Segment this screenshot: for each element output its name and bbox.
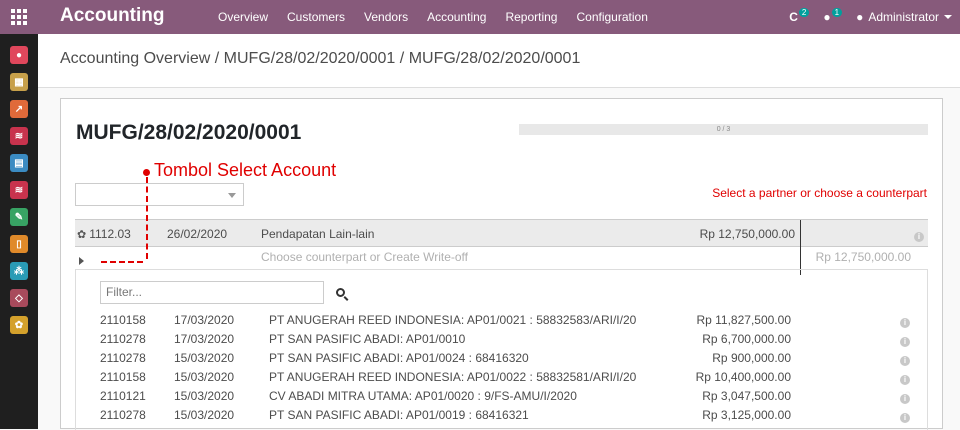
chevron-down-icon: [944, 15, 952, 19]
document-icon[interactable]: ▯: [10, 235, 28, 253]
info-icon[interactable]: i: [914, 232, 924, 242]
top-navbar: Accounting Overview Customers Vendors Ac…: [0, 0, 960, 34]
row-date: 15/03/2020: [174, 351, 235, 365]
row-date: 17/03/2020: [174, 313, 235, 327]
progress-bar: 0 / 3: [519, 124, 928, 135]
systray: C 2 ● 1 ● Administrator: [789, 0, 960, 34]
info-icon[interactable]: i: [900, 375, 910, 385]
counterpart-line[interactable]: Choose counterpart or Create Write-off R…: [75, 247, 928, 269]
partner-select[interactable]: [75, 183, 244, 206]
row-label: CV ABADI MITRA UTAMA: AP01/0020 : 9/FS-A…: [269, 389, 577, 403]
match-panel: Filter... 2110158 17/03/2020 PT ANUGERAH R…: [75, 269, 928, 430]
discuss-icon[interactable]: ●: [10, 46, 28, 64]
inbox-icon[interactable]: ≋: [10, 181, 28, 199]
app-sidebar: ● ▦ ↗ ≋ ▤ ≋ ✎ ▯ ⁂ ◇ ✿: [0, 34, 38, 429]
inbox-icon[interactable]: ≋: [10, 127, 28, 145]
row-label: PT ANUGERAH REED INDONESIA: AP01/0021 : …: [269, 313, 637, 327]
counterpart-amount: Rp 12,750,000.00: [815, 250, 911, 264]
line-date: 26/02/2020: [167, 227, 228, 241]
row-amount: Rp 11,827,500.00: [696, 313, 791, 327]
row-amount: Rp 3,125,000.00: [702, 408, 791, 422]
line-label: Pendapatan Lain-lain: [261, 227, 375, 241]
info-icon[interactable]: i: [900, 394, 910, 404]
line-amount: Rp 12,750,000.00: [699, 227, 795, 241]
reconcile-hint: Select a partner or choose a counterpart: [712, 186, 927, 200]
wrench-icon[interactable]: ✎: [10, 208, 28, 226]
apps-icon[interactable]: ◇: [10, 289, 28, 307]
table-row[interactable]: 2110278 17/03/2020 PT SAN PASIFIC ABADI: A…: [76, 329, 929, 348]
apps-menu-icon[interactable]: [0, 0, 38, 34]
main-menu: Overview Customers Vendors Accounting Re…: [218, 0, 667, 34]
calendar-icon[interactable]: ▦: [10, 73, 28, 91]
clock-icon: C: [789, 10, 798, 24]
row-date: 17/03/2020: [174, 332, 235, 346]
activity-button[interactable]: C 2: [789, 7, 810, 24]
messages-badge: 1: [831, 7, 843, 17]
table-row[interactable]: 2110121 15/03/2020 CV ABADI MITRA UTAMA: A…: [76, 386, 929, 405]
chart-icon[interactable]: ↗: [10, 100, 28, 118]
row-date: 15/03/2020: [174, 389, 235, 403]
info-icon[interactable]: i: [900, 337, 910, 347]
row-label: PT SAN PASIFIC ABADI: AP01/0024 : 684163…: [269, 351, 529, 365]
menu-overview[interactable]: Overview: [218, 10, 268, 24]
user-name: Administrator: [868, 10, 939, 24]
row-account: 2110121: [100, 389, 146, 403]
menu-customers[interactable]: Customers: [287, 10, 345, 24]
row-account: 2110278: [100, 332, 146, 346]
row-date: 15/03/2020: [174, 370, 235, 384]
statement-line[interactable]: ✿ 1112.03 26/02/2020 Pendapatan Lain-lain…: [75, 219, 928, 275]
row-account: 2110278: [100, 408, 146, 422]
chevron-down-icon: [228, 193, 236, 198]
info-icon[interactable]: i: [900, 356, 910, 366]
row-amount: Rp 3,047,500.00: [702, 389, 791, 403]
info-icon[interactable]: i: [900, 318, 910, 328]
app-title[interactable]: Accounting: [60, 5, 165, 27]
table-row[interactable]: 2110278 15/03/2020 PT SAN PASIFIC ABADI: A…: [76, 405, 929, 424]
row-amount: Rp 6,700,000.00: [702, 332, 791, 346]
search-button[interactable]: [328, 281, 352, 304]
menu-reporting[interactable]: Reporting: [505, 10, 557, 24]
row-label: PT SAN PASIFIC ABADI: AP01/0010: [269, 332, 466, 346]
row-account: 2110278: [100, 351, 146, 365]
breadcrumb: Accounting Overview / MUFG/28/02/2020/00…: [38, 34, 960, 88]
row-amount: Rp 900,000.00: [712, 351, 791, 365]
row-amount: Rp 10,400,000.00: [695, 370, 791, 384]
messages-button[interactable]: ● 1: [823, 7, 843, 24]
activity-badge: 2: [798, 7, 810, 17]
annotation-line: [146, 177, 148, 259]
annotation-label: Tombol Select Account: [154, 160, 337, 180]
row-account: 2110158: [100, 313, 146, 327]
row-label: PT SAN PASIFIC ABADI: AP01/0019 : 684163…: [269, 408, 529, 422]
menu-vendors[interactable]: Vendors: [364, 10, 408, 24]
menu-accounting[interactable]: Accounting: [427, 10, 486, 24]
reconciliation-sheet: MUFG/28/02/2020/0001 0 / 3 Select a part…: [60, 98, 943, 430]
settings-icon[interactable]: ✿: [10, 316, 28, 334]
annotation-dot: [143, 169, 150, 176]
breadcrumb-statement[interactable]: MUFG/28/02/2020/0001: [224, 50, 396, 67]
user-menu[interactable]: ● Administrator: [856, 10, 952, 24]
search-icon: [335, 288, 345, 297]
row-label: PT ANUGERAH REED INDONESIA: AP01/0022 : …: [269, 370, 637, 384]
chat-icon: ●: [823, 10, 831, 24]
line-account: 1112.03: [89, 227, 131, 241]
filter-input[interactable]: Filter...: [100, 281, 324, 304]
table-row[interactable]: 2110278 15/03/2020 PT SAN PASIFIC ABADI: A…: [76, 348, 929, 367]
users-icon[interactable]: ⁂: [10, 262, 28, 280]
invoice-icon[interactable]: ▤: [10, 154, 28, 172]
statement-title: MUFG/28/02/2020/0001: [76, 121, 302, 144]
caret-right-icon[interactable]: [79, 257, 84, 265]
row-account: 2110158: [100, 370, 146, 384]
table-row[interactable]: 2110158 17/03/2020 PT ANUGERAH REED INDONE…: [76, 310, 929, 329]
annotation-line: [101, 261, 143, 263]
info-icon[interactable]: i: [900, 413, 910, 423]
counterpart-placeholder[interactable]: Choose counterpart or Create Write-off: [261, 250, 468, 264]
table-row[interactable]: 2110158 15/03/2020 PT ANUGERAH REED INDONE…: [76, 367, 929, 386]
breadcrumb-accounting-overview[interactable]: Accounting Overview: [60, 50, 210, 67]
user-icon: ●: [856, 10, 864, 24]
row-date: 15/03/2020: [174, 408, 235, 422]
breadcrumb-current: MUFG/28/02/2020/0001: [408, 50, 581, 67]
menu-configuration[interactable]: Configuration: [576, 10, 647, 24]
gear-icon[interactable]: ✿: [77, 228, 86, 241]
